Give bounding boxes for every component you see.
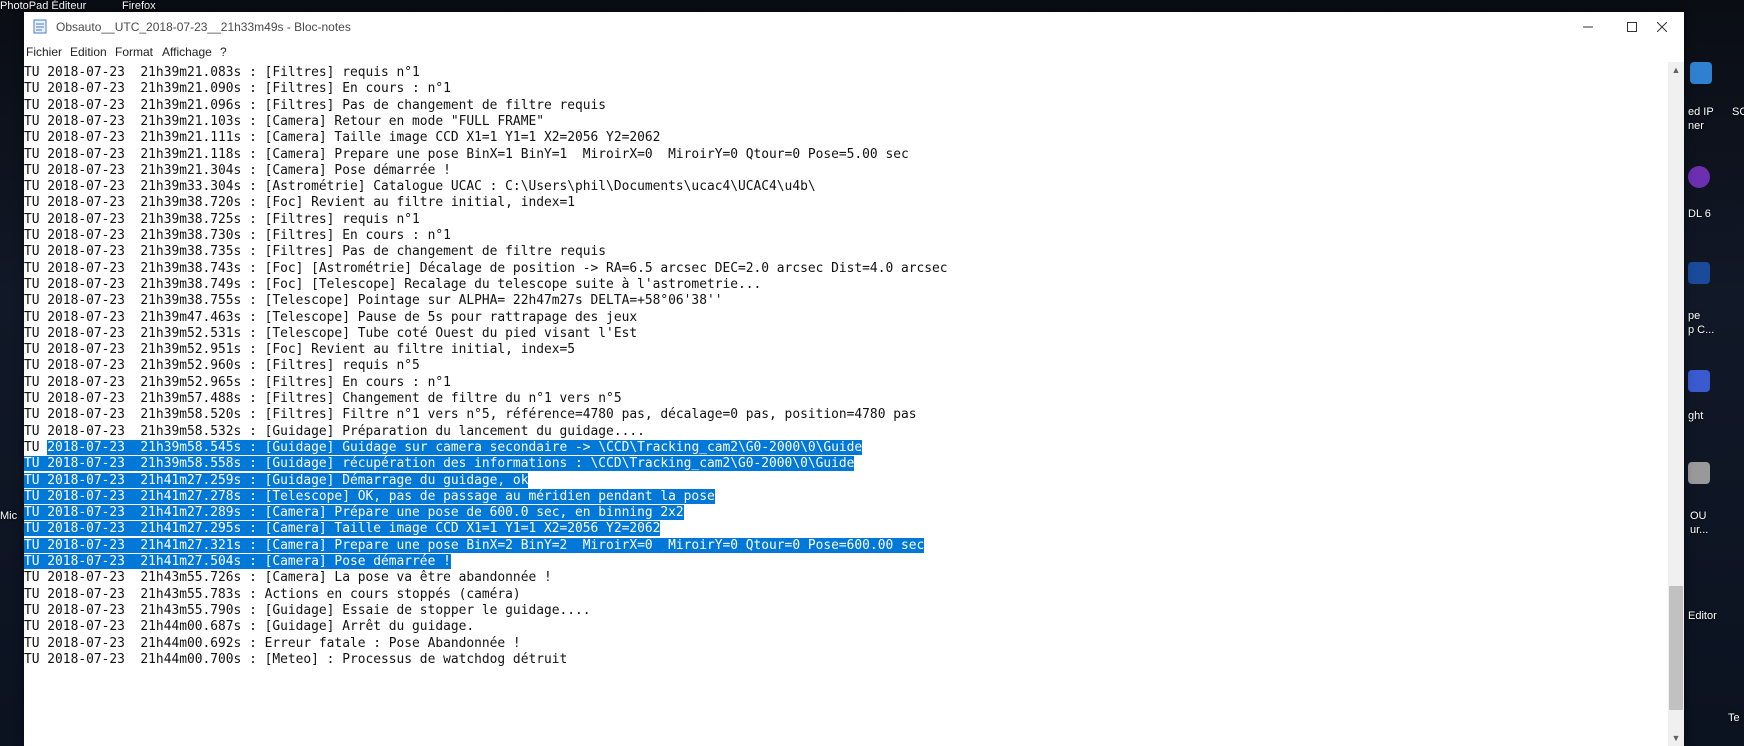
desktop-app-icon[interactable] [1688,462,1710,484]
minimize-button[interactable] [1566,12,1610,42]
log-line: TU 2018-07-23 21h39m21.118s : [Camera] P… [24,146,909,162]
desktop-label-mic[interactable]: Mic [0,510,17,522]
log-line: TU 2018-07-23 21h39m21.111s : [Camera] T… [24,130,661,146]
desktop-label-pe[interactable]: pe [1688,310,1700,322]
desktop-label-editor[interactable]: Editor [1688,610,1717,622]
menu-format[interactable]: Format [115,45,153,59]
desktop-app-icon[interactable] [1688,166,1710,188]
minimize-icon [1583,26,1593,28]
desktop-label-ur[interactable]: ur... [1690,524,1708,536]
log-line: TU 2018-07-23 21h39m52.960s : [Filtres] … [24,358,420,374]
log-line: TU 2018-07-23 21h39m21.083s : [Filtres] … [24,65,420,80]
log-line: TU 2018-07-23 21h39m21.096s : [Filtres] … [24,97,607,113]
log-line: TU 2018-07-23 21h39m58.545s : [Guidage] … [24,439,863,457]
desktop-label-photopad[interactable]: PhotoPad Éditeur [0,0,86,12]
log-line: TU 2018-07-23 21h39m38.743s : [Foc] [Ast… [24,260,948,276]
log-line: TU 2018-07-23 21h39m38.730s : [Filtres] … [24,228,451,243]
log-line: TU 2018-07-23 21h44m00.687s : [Guidage] … [24,619,475,635]
desktop-label-firefox[interactable]: Firefox [122,0,156,12]
log-line: TU 2018-07-23 21h39m58.558s : [Guidage] … [24,455,855,473]
log-line-prefix: TU [24,439,48,455]
log-line: TU 2018-07-23 21h39m21.090s : [Filtres] … [24,81,451,97]
desktop-label-dl6[interactable]: DL 6 [1688,208,1711,220]
log-line-selected-text: TU 2018-07-23 21h41m27.259s : [Guidage] … [24,472,529,488]
log-line: TU 2018-07-23 21h41m27.259s : [Guidage] … [24,472,529,490]
log-line: TU 2018-07-23 21h39m52.951s : [Foc] Revi… [24,342,576,358]
log-line: TU 2018-07-23 21h39m57.488s : [Filtres] … [24,391,622,406]
menu-edition[interactable]: Edition [70,45,107,59]
desktop-label-ou[interactable]: OU [1690,510,1707,522]
log-line: TU 2018-07-23 21h39m38.725s : [Filtres] … [24,211,420,227]
desktop-label-sc[interactable]: SC [1732,106,1744,118]
log-line: TU 2018-07-23 21h39m38.749s : [Foc] [Tel… [24,276,762,292]
scroll-up-arrow-icon[interactable]: ▲ [1668,62,1684,78]
log-line-selected-text: TU 2018-07-23 21h41m27.278s : [Telescope… [24,488,715,504]
desktop-app-icon[interactable] [1688,262,1710,284]
log-line: TU 2018-07-23 21h41m27.504s : [Camera] P… [24,553,451,571]
log-line-selected-text: 2018-07-23 21h39m58.545s : [Guidage] Gui… [47,439,863,455]
title-bar[interactable]: Obsauto__UTC_2018-07-23__21h33m49s - Blo… [24,12,1684,42]
text-editor[interactable]: TU 2018-07-23 21h39m21.083s : [Filtres] … [24,62,1668,746]
log-line: TU 2018-07-23 21h39m38.735s : [Filtres] … [24,244,607,260]
close-button[interactable] [1640,12,1684,42]
log-line: TU 2018-07-23 21h39m33.304s : [Astrométr… [24,179,816,195]
menu-bar: Fichier Edition Format Affichage ? [24,42,1684,62]
log-line: TU 2018-07-23 21h39m38.755s : [Telescope… [24,293,723,309]
log-line: TU 2018-07-23 21h39m38.720s : [Foc] Revi… [24,195,576,211]
menu-help[interactable]: ? [220,45,227,59]
log-line: TU 2018-07-23 21h44m00.692s : Erreur fat… [24,635,521,651]
log-line: TU 2018-07-23 21h39m58.520s : [Filtres] … [24,407,917,423]
desktop-app-icon[interactable] [1690,62,1712,84]
window-title: Obsauto__UTC_2018-07-23__21h33m49s - Blo… [56,20,351,34]
desktop-label-te[interactable]: Te [1728,712,1740,724]
desktop-label-pc[interactable]: p C... [1688,324,1714,336]
log-line: TU 2018-07-23 21h39m58.532s : [Guidage] … [24,423,645,439]
desktop-app-icon[interactable] [1688,370,1710,392]
log-line: TU 2018-07-23 21h39m47.463s : [Telescope… [24,309,638,325]
scrollbar-thumb[interactable] [1669,586,1683,710]
maximize-icon [1627,22,1637,32]
log-line: TU 2018-07-23 21h41m27.295s : [Camera] T… [24,520,661,538]
log-line: TU 2018-07-23 21h43m55.783s : Actions en… [24,586,521,602]
log-line-selected-text: TU 2018-07-23 21h41m27.321s : [Camera] P… [24,537,925,553]
log-line: TU 2018-07-23 21h39m52.531s : [Telescope… [24,325,638,341]
log-line-selected-text: TU 2018-07-23 21h41m27.289s : [Camera] P… [24,505,684,521]
log-line: TU 2018-07-23 21h39m52.965s : [Filtres] … [24,374,451,390]
log-line: TU 2018-07-23 21h43m55.790s : [Guidage] … [24,602,591,618]
log-line: TU 2018-07-23 21h39m21.103s : [Camera] R… [24,113,544,129]
log-line: TU 2018-07-23 21h39m21.304s : [Camera] P… [24,162,451,178]
menu-fichier[interactable]: Fichier [26,45,62,59]
notepad-window: Obsauto__UTC_2018-07-23__21h33m49s - Blo… [24,12,1684,746]
desktop-label-ner[interactable]: ner [1688,120,1704,132]
desktop-label-ght[interactable]: ght [1688,410,1703,422]
log-line: TU 2018-07-23 21h41m27.278s : [Telescope… [24,488,715,506]
log-line-selected-text: TU 2018-07-23 21h39m58.558s : [Guidage] … [24,456,855,472]
vertical-scrollbar[interactable]: ▲ ▼ [1668,62,1684,746]
desktop-label-ip[interactable]: ed IP [1688,106,1714,118]
log-line-selected-text: TU 2018-07-23 21h41m27.504s : [Camera] P… [24,554,451,569]
log-line: TU 2018-07-23 21h43m55.726s : [Camera] L… [24,570,552,586]
scroll-down-arrow-icon[interactable]: ▼ [1668,730,1684,746]
notepad-icon [33,19,47,34]
log-line-selected-text: TU 2018-07-23 21h41m27.295s : [Camera] T… [24,521,661,537]
log-line: TU 2018-07-23 21h44m00.700s : [Meteo] : … [24,651,568,667]
log-line: TU 2018-07-23 21h41m27.289s : [Camera] P… [24,504,684,522]
menu-affichage[interactable]: Affichage [162,45,212,59]
close-icon [1657,22,1667,32]
log-line: TU 2018-07-23 21h41m27.321s : [Camera] P… [24,537,925,555]
